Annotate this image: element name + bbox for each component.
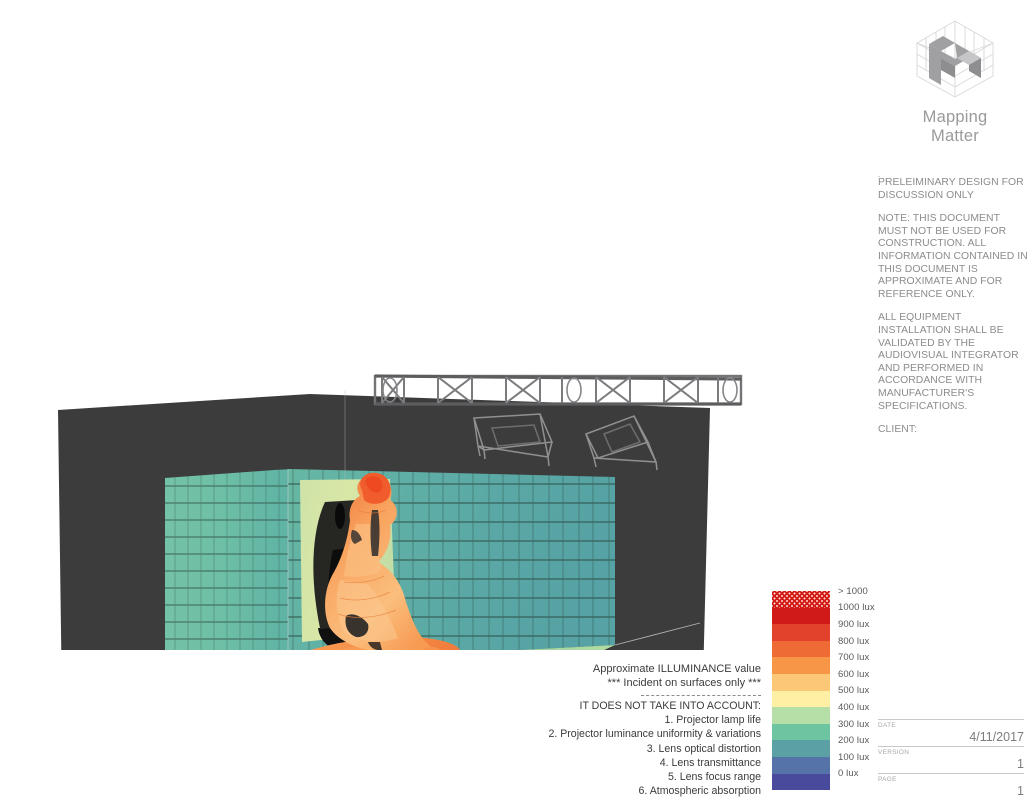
list-item: 1. Projector lamp life bbox=[664, 714, 761, 727]
legend-row: 700 lux bbox=[772, 652, 890, 674]
list-item: 5. Lens focus range bbox=[667, 771, 761, 784]
legend-swatch bbox=[772, 591, 830, 608]
illuminance-legend: > 1000 1000 lux 900 lux 800 lux 700 lux … bbox=[772, 586, 890, 791]
legend-label: 400 lux bbox=[838, 701, 870, 713]
legend-swatch bbox=[772, 723, 830, 741]
legend-swatch bbox=[772, 673, 830, 691]
title-block-page-key: PAGE bbox=[878, 776, 897, 783]
disclaimer-preliminary: PRELEIMINARY DESIGN FOR DISCUSSION ONLY bbox=[878, 177, 1024, 201]
disclaimer-client: CLIENT: bbox=[878, 424, 918, 436]
legend-label: 800 lux bbox=[838, 635, 870, 647]
disclaimer-equipment: ALL EQUIPMENT INSTALLATION SHALL BE VALI… bbox=[878, 312, 1019, 412]
legend-label: 600 lux bbox=[838, 668, 870, 680]
legend-swatch bbox=[772, 756, 830, 774]
title-block-date-key: DATE bbox=[878, 722, 896, 729]
brand-name-line2: Matter bbox=[931, 127, 979, 145]
list-item: 6. Atmospheric absorption bbox=[638, 785, 762, 798]
disclaimer-block: . PRELEIMINARY DESIGN FOR DISCUSSION ONL… bbox=[878, 171, 1032, 437]
title-block: DATE 4/11/2017 VERSION 1 PAGE 1 bbox=[878, 719, 1024, 800]
list-item: 4. Lens transmittance bbox=[659, 756, 761, 769]
legend-label: 300 lux bbox=[838, 718, 870, 730]
document-page: Approximate ILLUMINANCE value *** Incide… bbox=[0, 0, 1032, 802]
render-viewport[interactable] bbox=[0, 180, 760, 650]
brand-name-line1: Mapping bbox=[922, 108, 988, 126]
title-block-page-value: 1 bbox=[1017, 784, 1024, 798]
legend-swatch bbox=[772, 657, 830, 674]
brand-name: Mapping Matter bbox=[878, 108, 1032, 146]
legend-swatch bbox=[772, 740, 830, 757]
notes-list: 1. Projector lamp life 2. Projector lumi… bbox=[501, 713, 761, 798]
legend-label: 900 lux bbox=[838, 618, 870, 630]
notes-line-2: *** Incident on surfaces only *** bbox=[607, 677, 761, 690]
legend-swatch bbox=[772, 773, 830, 791]
legend-row: 400 lux bbox=[772, 702, 890, 724]
title-block-date-value: 4/11/2017 bbox=[969, 730, 1024, 744]
document-sidebar: Mapping Matter . PRELEIMINARY DESIGN FOR… bbox=[878, 0, 1032, 802]
notes-divider bbox=[641, 694, 761, 696]
legend-row: 800 lux bbox=[772, 636, 890, 658]
illuminance-render bbox=[58, 374, 743, 650]
title-block-date: DATE 4/11/2017 bbox=[878, 719, 1024, 746]
notes-line-1: Approximate ILLUMINANCE value bbox=[592, 663, 761, 675]
legend-swatch bbox=[772, 640, 830, 658]
list-item: 3. Lens optical distortion bbox=[646, 742, 761, 755]
legend-row: 600 lux bbox=[772, 669, 890, 691]
legend-label: 500 lux bbox=[838, 685, 870, 697]
legend-label: 0 lux bbox=[838, 768, 859, 780]
legend-row: 100 lux bbox=[772, 752, 890, 774]
legend-row: 900 lux bbox=[772, 619, 890, 641]
disclaimer-note: NOTE: THIS DOCUMENT MUST NOT BE USED FOR… bbox=[878, 213, 1028, 300]
legend-row: 300 lux bbox=[772, 719, 890, 741]
legend-label: > 1000 bbox=[838, 585, 868, 597]
title-block-version-value: 1 bbox=[1017, 757, 1024, 771]
illuminance-notes: Approximate ILLUMINANCE value *** Incide… bbox=[501, 662, 761, 798]
brand-block: Mapping Matter bbox=[878, 0, 1032, 146]
list-item: 2. Projector luminance uniformity & vari… bbox=[548, 728, 761, 741]
legend-label: 200 lux bbox=[838, 735, 870, 747]
legend-row: 500 lux bbox=[772, 685, 890, 708]
notes-heading: IT DOES NOT TAKE INTO ACCOUNT: bbox=[579, 699, 762, 712]
legend-row: 0 lux bbox=[772, 768, 890, 791]
legend-label: 1000 lux bbox=[838, 602, 875, 614]
legend-swatch bbox=[772, 707, 830, 724]
title-block-page: PAGE 1 bbox=[878, 773, 1024, 800]
legend-row: 1000 lux bbox=[772, 602, 890, 625]
legend-swatch bbox=[772, 690, 830, 708]
isometric-cube-m-logo-icon bbox=[916, 20, 994, 98]
legend-label: 700 lux bbox=[838, 652, 870, 664]
legend-swatch bbox=[772, 624, 830, 641]
legend-row: 200 lux bbox=[772, 735, 890, 757]
title-block-version: VERSION 1 bbox=[878, 746, 1024, 773]
legend-label: 100 lux bbox=[838, 751, 870, 763]
title-block-version-key: VERSION bbox=[878, 749, 910, 756]
legend-swatch bbox=[772, 607, 830, 625]
